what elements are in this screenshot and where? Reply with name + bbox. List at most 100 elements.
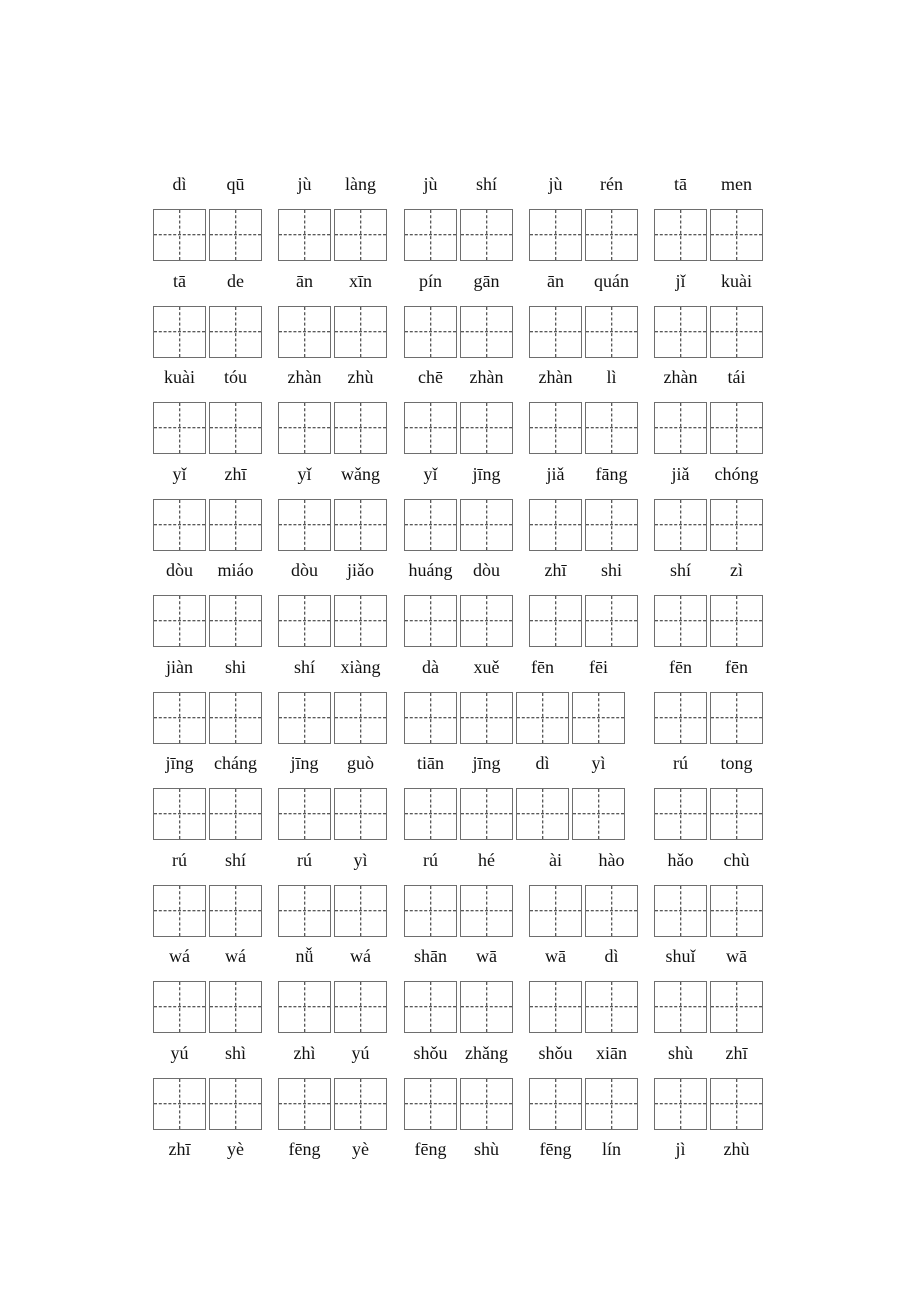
tianzige-writing-box[interactable] (460, 1077, 513, 1130)
tianzige-writing-box[interactable] (572, 691, 625, 744)
tianzige-writing-box[interactable] (209, 981, 262, 1033)
tianzige-writing-box[interactable] (278, 595, 331, 647)
tianzige-writing-box[interactable] (654, 1077, 707, 1130)
tianzige-writing-box[interactable] (710, 498, 763, 551)
tianzige-writing-box[interactable] (585, 595, 638, 647)
tianzige-writing-box[interactable] (460, 209, 513, 261)
tianzige-writing-box[interactable] (710, 402, 763, 454)
tianzige-writing-box[interactable] (710, 209, 763, 261)
tianzige-writing-box[interactable] (404, 981, 457, 1033)
tianzige-writing-box[interactable] (334, 981, 387, 1033)
tianzige-writing-box[interactable] (529, 884, 582, 937)
tianzige-writing-box[interactable] (654, 595, 707, 647)
tianzige-writing-box[interactable] (710, 1077, 763, 1130)
tianzige-writing-box[interactable] (404, 788, 457, 840)
tianzige-writing-box[interactable] (529, 498, 582, 551)
tianzige-writing-box[interactable] (460, 402, 513, 454)
tianzige-writing-box[interactable] (153, 209, 206, 261)
tianzige-writing-box[interactable] (404, 498, 457, 551)
tianzige-writing-box[interactable] (654, 402, 707, 454)
tianzige-writing-box[interactable] (278, 884, 331, 937)
tianzige-writing-box[interactable] (460, 305, 513, 358)
tianzige-writing-box[interactable] (710, 595, 763, 647)
tianzige-writing-box[interactable] (209, 498, 262, 551)
tianzige-writing-box[interactable] (153, 595, 206, 647)
tianzige-writing-box[interactable] (404, 209, 457, 261)
tianzige-writing-box[interactable] (585, 884, 638, 937)
tianzige-writing-box[interactable] (460, 595, 513, 647)
tianzige-writing-box[interactable] (334, 884, 387, 937)
tianzige-writing-box[interactable] (572, 788, 625, 840)
tianzige-writing-box[interactable] (334, 595, 387, 647)
tianzige-writing-box[interactable] (585, 305, 638, 358)
tianzige-writing-box[interactable] (529, 1077, 582, 1130)
tianzige-writing-box[interactable] (209, 402, 262, 454)
tianzige-writing-box[interactable] (334, 498, 387, 551)
tianzige-writing-box[interactable] (585, 209, 638, 261)
tianzige-writing-box[interactable] (529, 305, 582, 358)
tianzige-writing-box[interactable] (209, 788, 262, 840)
tianzige-writing-box[interactable] (153, 691, 206, 744)
tianzige-writing-box[interactable] (334, 788, 387, 840)
tianzige-writing-box[interactable] (585, 402, 638, 454)
tianzige-writing-box[interactable] (278, 305, 331, 358)
tianzige-writing-box[interactable] (460, 788, 513, 840)
tianzige-writing-box[interactable] (516, 788, 569, 840)
tianzige-writing-box[interactable] (585, 498, 638, 551)
tianzige-writing-box[interactable] (460, 981, 513, 1033)
tianzige-writing-box[interactable] (278, 691, 331, 744)
tianzige-writing-box[interactable] (460, 691, 513, 744)
tianzige-writing-box[interactable] (404, 402, 457, 454)
tianzige-writing-box[interactable] (654, 788, 707, 840)
tianzige-writing-box[interactable] (654, 498, 707, 551)
tianzige-writing-box[interactable] (334, 1077, 387, 1130)
tianzige-writing-box[interactable] (654, 884, 707, 937)
tianzige-writing-box[interactable] (460, 498, 513, 551)
tianzige-writing-box[interactable] (278, 402, 331, 454)
tianzige-writing-box[interactable] (153, 305, 206, 358)
tianzige-writing-box[interactable] (278, 981, 331, 1033)
tianzige-writing-box[interactable] (404, 691, 457, 744)
tianzige-writing-box[interactable] (153, 788, 206, 840)
tianzige-writing-box[interactable] (710, 981, 763, 1033)
tianzige-writing-box[interactable] (654, 981, 707, 1033)
tianzige-writing-box[interactable] (153, 498, 206, 551)
tianzige-writing-box[interactable] (710, 691, 763, 744)
tianzige-writing-box[interactable] (153, 884, 206, 937)
tianzige-writing-box[interactable] (209, 884, 262, 937)
tianzige-writing-box[interactable] (209, 595, 262, 647)
tianzige-writing-box[interactable] (654, 305, 707, 358)
tianzige-writing-box[interactable] (516, 691, 569, 744)
tianzige-writing-box[interactable] (153, 1077, 206, 1130)
tianzige-writing-box[interactable] (404, 884, 457, 937)
tianzige-writing-box[interactable] (654, 691, 707, 744)
tianzige-writing-box[interactable] (404, 595, 457, 647)
tianzige-writing-box[interactable] (404, 1077, 457, 1130)
tianzige-writing-box[interactable] (278, 209, 331, 261)
tianzige-writing-box[interactable] (529, 402, 582, 454)
tianzige-writing-box[interactable] (334, 691, 387, 744)
tianzige-writing-box[interactable] (334, 402, 387, 454)
tianzige-writing-box[interactable] (209, 691, 262, 744)
tianzige-writing-box[interactable] (529, 981, 582, 1033)
tianzige-writing-box[interactable] (585, 1077, 638, 1130)
tianzige-writing-box[interactable] (710, 788, 763, 840)
tianzige-writing-box[interactable] (585, 981, 638, 1033)
tianzige-writing-box[interactable] (529, 595, 582, 647)
tianzige-writing-box[interactable] (278, 498, 331, 551)
tianzige-writing-box[interactable] (710, 305, 763, 358)
tianzige-writing-box[interactable] (278, 1077, 331, 1130)
tianzige-writing-box[interactable] (404, 305, 457, 358)
tianzige-writing-box[interactable] (278, 788, 331, 840)
tianzige-writing-box[interactable] (209, 1077, 262, 1130)
tianzige-writing-box[interactable] (529, 209, 582, 261)
tianzige-writing-box[interactable] (654, 209, 707, 261)
tianzige-writing-box[interactable] (334, 209, 387, 261)
tianzige-writing-box[interactable] (209, 209, 262, 261)
tianzige-writing-box[interactable] (153, 402, 206, 454)
tianzige-writing-box[interactable] (334, 305, 387, 358)
tianzige-writing-box[interactable] (209, 305, 262, 358)
tianzige-writing-box[interactable] (460, 884, 513, 937)
tianzige-writing-box[interactable] (710, 884, 763, 937)
tianzige-writing-box[interactable] (153, 981, 206, 1033)
